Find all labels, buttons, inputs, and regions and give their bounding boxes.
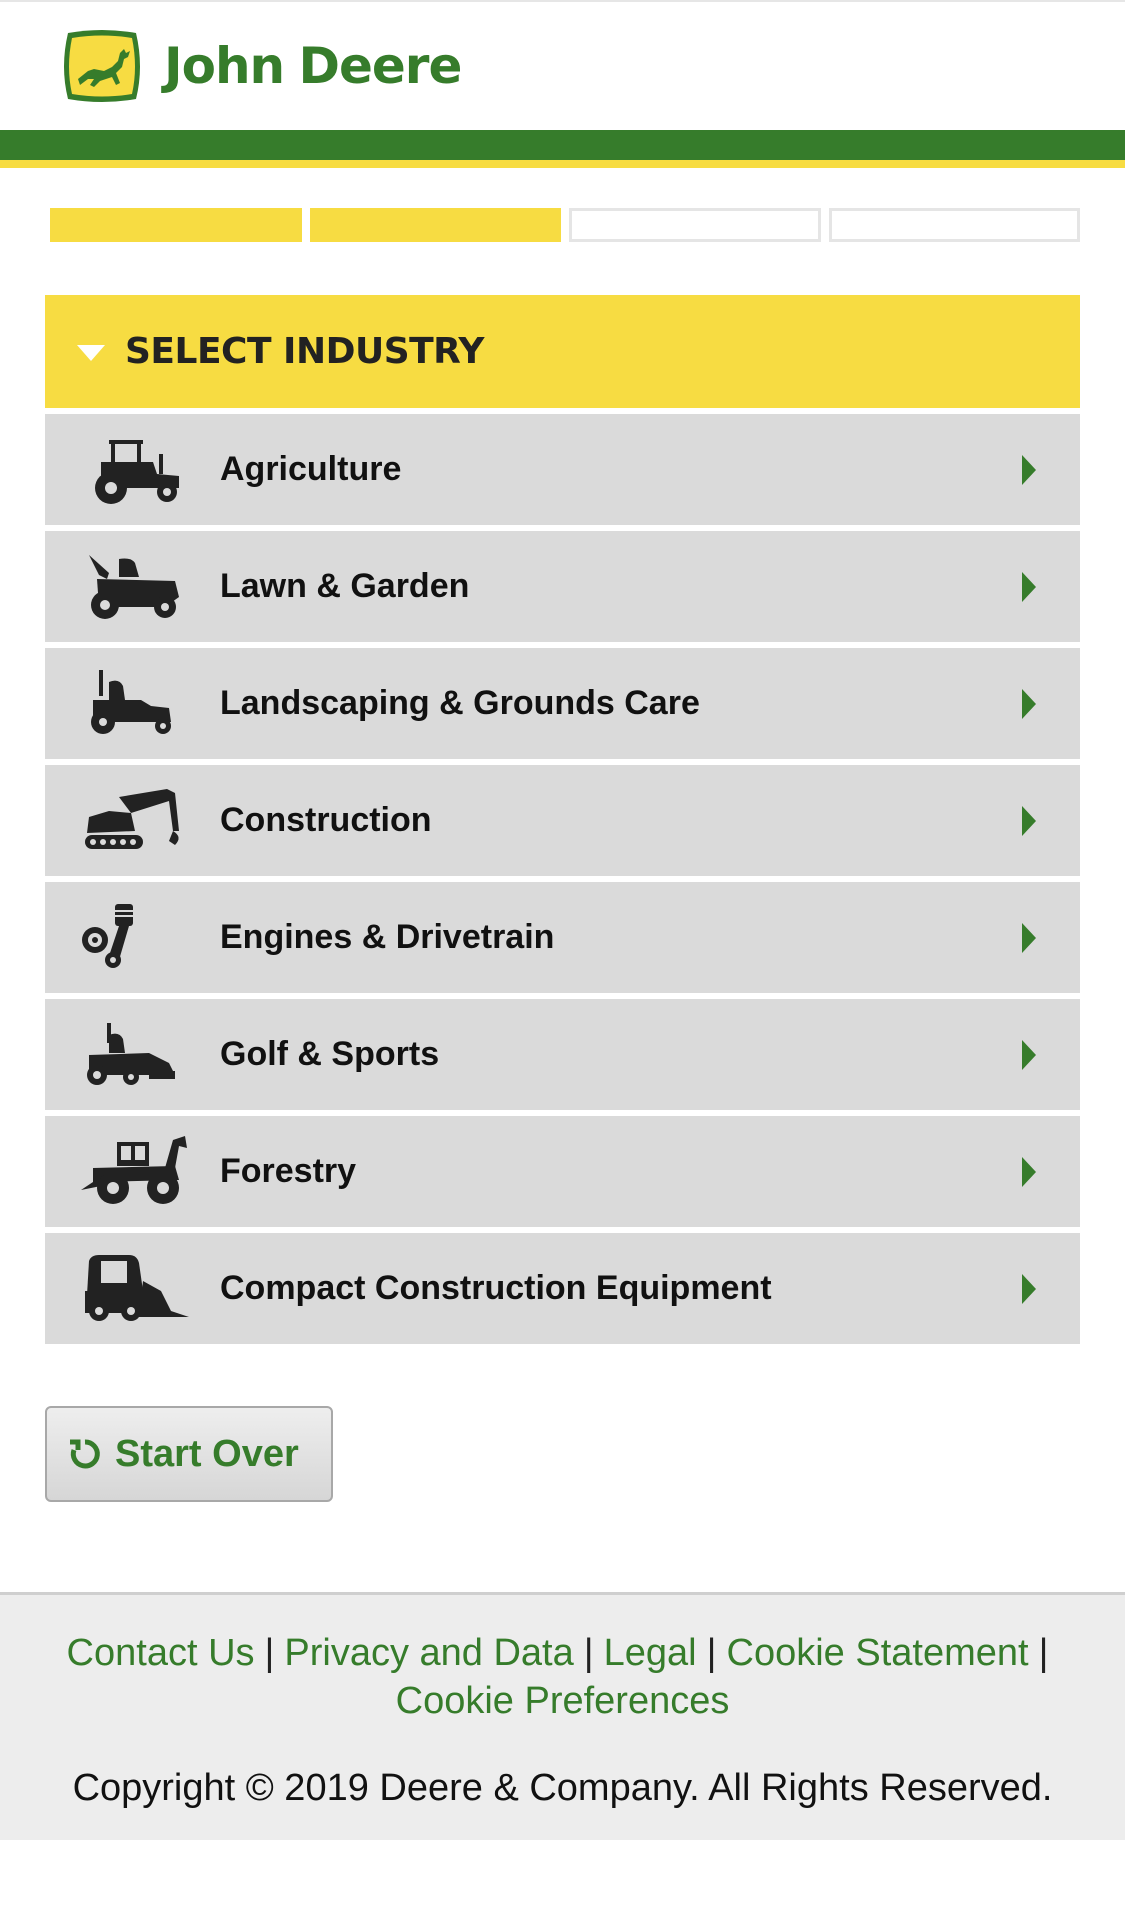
industry-label: Engines & Drivetrain — [220, 918, 555, 956]
piston-gear-icon — [79, 900, 189, 976]
industry-label: Forestry — [220, 1152, 357, 1190]
riding-mower-icon — [79, 549, 189, 625]
brand-stripe-yellow — [0, 160, 1125, 168]
progress-steps — [50, 208, 1080, 242]
tractor-icon — [79, 432, 189, 508]
industry-item-forestry[interactable]: Forestry — [45, 1116, 1080, 1227]
industry-item-lawn-and-garden[interactable]: Lawn & Garden — [45, 531, 1080, 642]
chevron-right-icon — [1022, 689, 1036, 719]
progress-step-2 — [309, 208, 561, 242]
link-separator: | — [583, 1632, 594, 1674]
industry-label: Agriculture — [220, 450, 402, 488]
industry-list: Agriculture Lawn & Garden Landscaping & Gr… — [45, 414, 1080, 1344]
excavator-icon — [79, 783, 189, 859]
industry-item-construction[interactable]: Construction — [45, 765, 1080, 876]
site-footer: Contact Us | Privacy and Data | Legal | Cookie… — [0, 1592, 1125, 1840]
link-separator: | — [706, 1632, 717, 1674]
golf-mower-icon — [79, 1017, 189, 1093]
select-industry-panel: SELECT INDUSTRY Agriculture Lawn & Garden… — [45, 295, 1080, 1350]
panel-title: SELECT INDUSTRY — [125, 331, 485, 372]
chevron-right-icon — [1022, 1274, 1036, 1304]
chevron-right-icon — [1022, 923, 1036, 953]
chevron-right-icon — [1022, 1040, 1036, 1070]
footer-links: Contact Us | Privacy and Data | Legal | Cookie… — [0, 1629, 1125, 1725]
footer-link-legal[interactable]: Legal — [604, 1632, 697, 1674]
progress-step-3 — [569, 208, 821, 242]
john-deere-logo[interactable]: John Deere — [60, 26, 462, 106]
chevron-right-icon — [1022, 1157, 1036, 1187]
skid-steer-icon — [79, 1251, 189, 1327]
start-over-button[interactable]: Start Over — [45, 1406, 333, 1502]
caret-down-icon — [77, 344, 105, 361]
brand-wordmark: John Deere — [164, 37, 462, 95]
industry-label: Compact Construction Equipment — [220, 1269, 772, 1307]
progress-step-1 — [50, 208, 302, 242]
footer-link-cookie-statement[interactable]: Cookie Statement — [727, 1632, 1029, 1674]
restart-icon — [70, 1439, 100, 1469]
chevron-right-icon — [1022, 455, 1036, 485]
start-over-label: Start Over — [115, 1432, 299, 1475]
zero-turn-mower-icon — [79, 666, 189, 742]
skidder-icon — [79, 1134, 189, 1210]
industry-item-landscaping-and-grounds-care[interactable]: Landscaping & Grounds Care — [45, 648, 1080, 759]
footer-link-contact-us[interactable]: Contact Us — [67, 1632, 255, 1674]
industry-label: Golf & Sports — [220, 1035, 440, 1073]
industry-item-engines-and-drivetrain[interactable]: Engines & Drivetrain — [45, 882, 1080, 993]
industry-item-compact-construction-equipment[interactable]: Compact Construction Equipment — [45, 1233, 1080, 1344]
chevron-right-icon — [1022, 572, 1036, 602]
industry-label: Lawn & Garden — [220, 567, 470, 605]
site-header: John Deere — [0, 0, 1125, 128]
industry-item-golf-and-sports[interactable]: Golf & Sports — [45, 999, 1080, 1110]
link-separator: | — [264, 1632, 275, 1674]
link-separator: | — [1038, 1632, 1049, 1674]
deer-logo-icon — [64, 30, 140, 102]
industry-item-agriculture[interactable]: Agriculture — [45, 414, 1080, 525]
industry-label: Landscaping & Grounds Care — [220, 684, 700, 722]
panel-header[interactable]: SELECT INDUSTRY — [45, 295, 1080, 408]
progress-step-4 — [828, 208, 1080, 242]
brand-stripe-green — [0, 130, 1125, 160]
footer-link-privacy[interactable]: Privacy and Data — [284, 1632, 573, 1674]
industry-label: Construction — [220, 801, 432, 839]
chevron-right-icon — [1022, 806, 1036, 836]
copyright-text: Copyright © 2019 Deere & Company. All Ri… — [72, 1767, 1053, 1809]
footer-link-cookie-preferences[interactable]: Cookie Preferences — [396, 1680, 730, 1722]
